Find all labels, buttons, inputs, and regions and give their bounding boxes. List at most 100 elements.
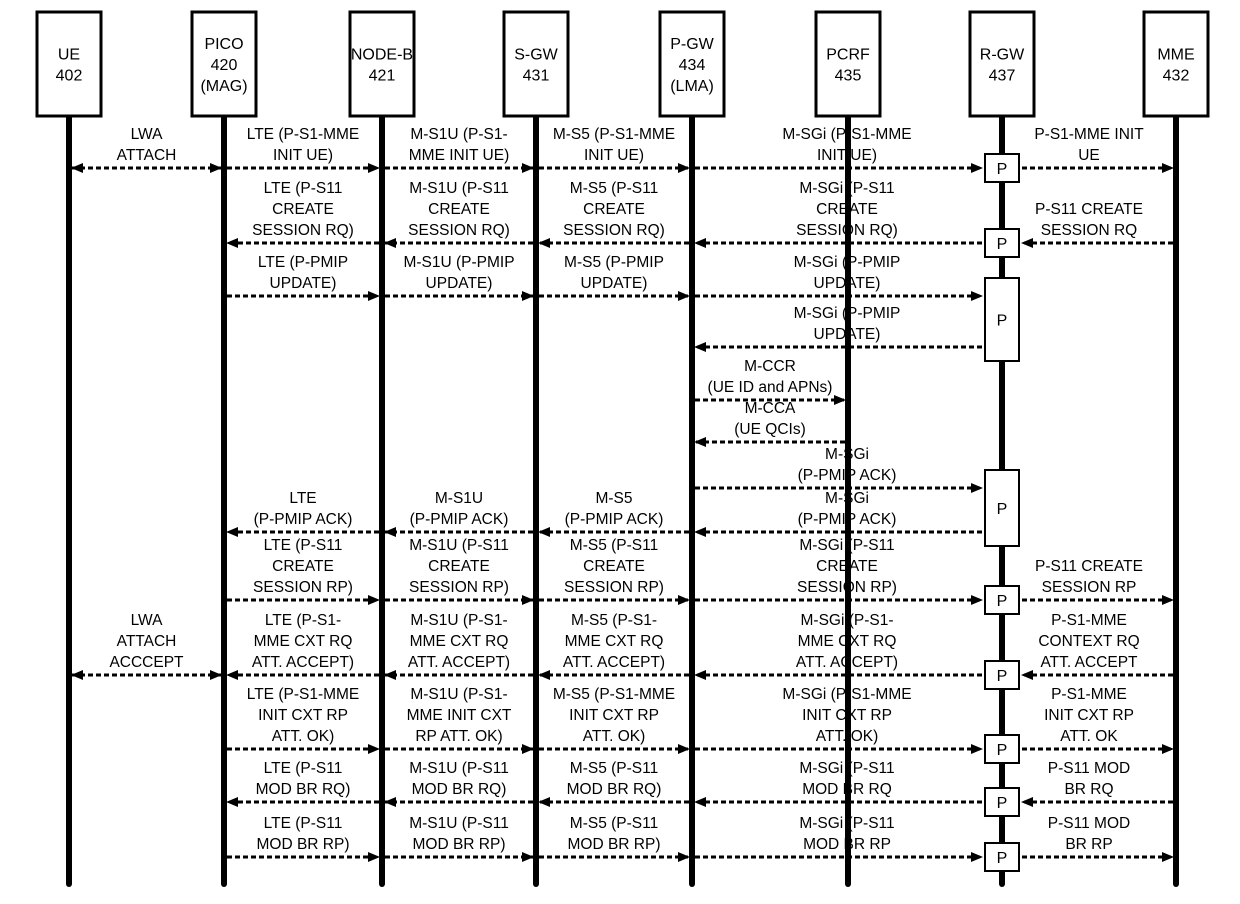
message-label-line: M-S1U (P-S1- bbox=[410, 686, 507, 703]
message-label-line: M-S5 (P-S1-MME bbox=[553, 686, 675, 703]
message-label-line: M-S5 bbox=[595, 490, 632, 507]
entity-label: (LMA) bbox=[670, 78, 714, 95]
message-label-line: INIT UE) bbox=[273, 147, 333, 164]
message-label-line: M-CCA bbox=[745, 400, 796, 417]
process-label: P bbox=[997, 161, 1008, 178]
process-block: P bbox=[984, 277, 1020, 362]
message-label-line: M-SGi (P-S1-MME bbox=[782, 686, 911, 703]
message-label-line: M-S5 (P-S1-MME bbox=[553, 126, 675, 143]
message-label-line: M-S1U (P-PMIP bbox=[403, 254, 514, 271]
message-label-line: CREATE bbox=[816, 558, 878, 575]
entity-ue: UE 402 bbox=[35, 10, 103, 118]
message-label: LWA ATTACH ACCCEPT bbox=[109, 612, 184, 671]
message-label-line: M-SGi (P-S1- bbox=[801, 612, 894, 629]
message-label: P-S11 MOD BR RP bbox=[1048, 815, 1130, 853]
process-block: P bbox=[984, 734, 1020, 764]
message-label-line: M-S1U (P-S1- bbox=[410, 126, 507, 143]
entity-box bbox=[968, 10, 1036, 118]
message-label-line: MME INIT UE) bbox=[409, 147, 509, 164]
message-label-line: SESSION RP) bbox=[564, 579, 664, 596]
message-label: P-S1-MME INIT CXT RP ATT. OK bbox=[1044, 686, 1134, 745]
process-label: P bbox=[997, 668, 1008, 685]
message-label-line: UPDATE) bbox=[814, 275, 881, 292]
message-label-line: MOD BR RQ) bbox=[256, 781, 351, 798]
message-label: P-S11 CREATE SESSION RQ bbox=[1035, 201, 1143, 239]
process-block: P bbox=[984, 787, 1020, 817]
message-label-line: M-SGi (P-S11 bbox=[799, 815, 894, 832]
message-label: M-S1U (P-S11 CREATE SESSION RP) bbox=[409, 537, 509, 596]
process-block: P bbox=[984, 660, 1020, 690]
message-label-line: ATTACH bbox=[117, 633, 177, 650]
entity-label: 435 bbox=[835, 68, 862, 85]
entity-label: PICO bbox=[204, 36, 243, 53]
process-block: P bbox=[984, 228, 1020, 258]
message-label-line: P-S11 MOD bbox=[1048, 815, 1130, 832]
message-label: LTE (P-S1- MME CXT RQ ATT. ACCEPT) bbox=[252, 612, 354, 671]
process-label: P bbox=[997, 742, 1008, 759]
message-label-line: BR RQ bbox=[1064, 781, 1113, 798]
message-label-line: ATT. ACCEPT bbox=[1040, 654, 1138, 671]
entity-label: 402 bbox=[56, 68, 83, 85]
message-label-line: CREATE bbox=[583, 558, 645, 575]
message-label-line: MOD BR RP bbox=[803, 836, 891, 853]
message-label-line: ATT. OK bbox=[1060, 728, 1118, 745]
entity-label: 431 bbox=[523, 68, 550, 85]
entity-label: (MAG) bbox=[200, 78, 247, 95]
entity-pgw: P-GW 434 (LMA) bbox=[658, 10, 726, 118]
message-label: M-S5 (P-S1- MME CXT RQ ATT. ACCEPT) bbox=[563, 612, 665, 671]
message-label: M-S1U (P-PMIP ACK) bbox=[410, 490, 509, 528]
message-label-line: ATT. ACCEPT) bbox=[252, 654, 354, 671]
message-label-line: LTE (P-S1-MME bbox=[247, 686, 360, 703]
message-label-line: INIT CXT RP bbox=[1044, 707, 1134, 724]
message-label: M-S5 (P-S11 MOD BR RQ) bbox=[567, 760, 662, 798]
message-label-line: M-S1U (P-S11 bbox=[409, 180, 509, 197]
message-label-line: MME CXT RQ bbox=[410, 633, 509, 650]
message-label-line: CREATE bbox=[428, 201, 490, 218]
process-label: P bbox=[997, 795, 1008, 812]
entity-label: PCRF bbox=[826, 47, 870, 64]
message-label-line: SESSION RP) bbox=[797, 579, 897, 596]
entity-label: R-GW bbox=[980, 47, 1025, 64]
process-label: P bbox=[997, 236, 1008, 253]
message-label-line: M-S5 (P-S11 bbox=[570, 760, 658, 777]
message-label-line: M-S5 (P-S11 bbox=[570, 537, 658, 554]
message-label-line: M-S1U bbox=[435, 490, 483, 507]
message-label: LTE (P-S11 MOD BR RP) bbox=[257, 815, 350, 853]
message-label-line: P-S11 CREATE bbox=[1035, 201, 1143, 218]
entity-sgw: S-GW 431 bbox=[502, 10, 570, 118]
message-label: P-S11 CREATE SESSION RP bbox=[1035, 558, 1143, 596]
message-label-line: M-SGi (P-S1-MME bbox=[782, 126, 911, 143]
message-label-line: M-S1U (P-S11 bbox=[409, 537, 509, 554]
message-label-line: SESSION RP bbox=[1042, 579, 1137, 596]
entity-label: S-GW bbox=[514, 47, 558, 64]
entity-box bbox=[814, 10, 882, 118]
message-label-line: INIT UE) bbox=[817, 147, 877, 164]
process-block: P bbox=[984, 469, 1020, 547]
entity-pcrf: PCRF 435 bbox=[814, 10, 882, 118]
message-label-line: SESSION RP) bbox=[409, 579, 509, 596]
message-label-line: (P-PMIP ACK) bbox=[254, 511, 353, 528]
message-label: M-S5 (P-PMIP ACK) bbox=[565, 490, 664, 528]
message-label: M-S5 (P-S11 CREATE SESSION RP) bbox=[564, 537, 664, 596]
message-label-line: P-S11 MOD bbox=[1048, 760, 1130, 777]
message-label: P-S11 MOD BR RQ bbox=[1048, 760, 1130, 798]
message-label-line: M-SGi (P-S11 bbox=[799, 537, 894, 554]
entity-label: 420 bbox=[211, 57, 238, 74]
process-label: P bbox=[997, 593, 1008, 610]
message-label: M-S5 (P-S11 CREATE SESSION RQ) bbox=[563, 180, 665, 239]
entity-label: UE bbox=[58, 47, 80, 64]
message-label: LWA ATTACH bbox=[117, 126, 177, 164]
message-label: P-S1-MME INIT UE bbox=[1034, 126, 1144, 164]
message-label-line: ATT. OK) bbox=[816, 728, 879, 745]
entity-box bbox=[35, 10, 103, 118]
message-label: M-SGi (P-S11 CREATE SESSION RP) bbox=[797, 537, 897, 596]
message-label-line: (UE QCIs) bbox=[734, 421, 805, 438]
entity-label: 437 bbox=[989, 68, 1016, 85]
entity-label: NODE-B bbox=[351, 47, 413, 64]
message-label-line: LTE (P-S11 bbox=[264, 180, 343, 197]
message-label: M-SGi (P-S1-MME INIT CXT RP ATT. OK) bbox=[782, 686, 911, 745]
message-label-line: P-S1-MME bbox=[1051, 686, 1127, 703]
message-label-line: MOD BR RP) bbox=[257, 836, 350, 853]
message-label-line: ATTACH bbox=[117, 147, 177, 164]
message-label-line: MOD BR RP) bbox=[413, 836, 506, 853]
